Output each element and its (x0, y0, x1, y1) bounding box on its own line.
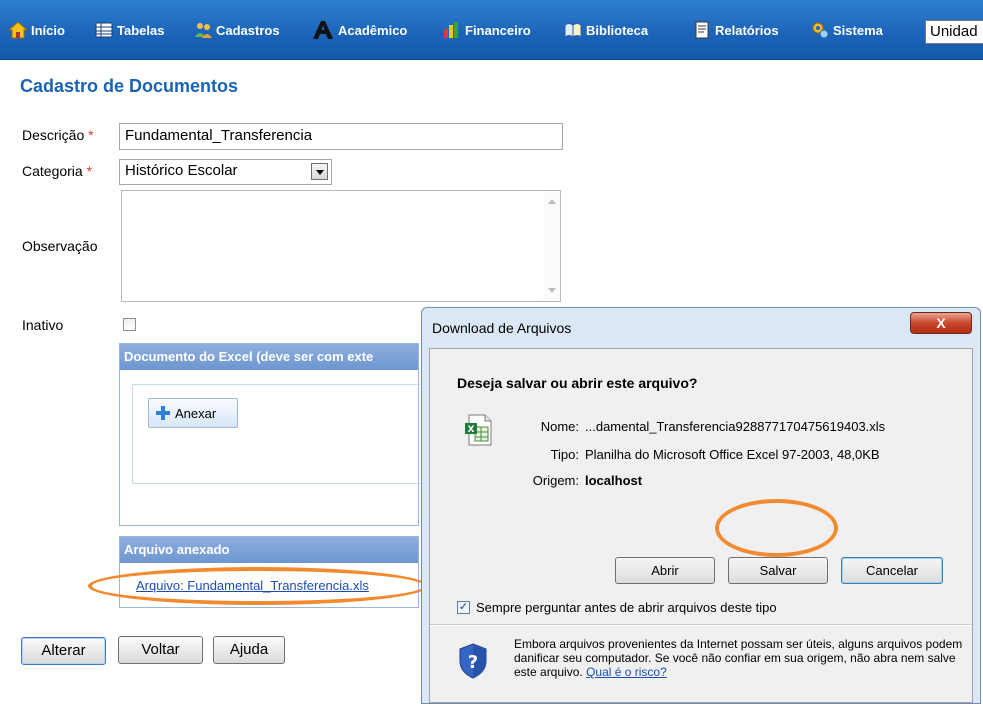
abrir-button[interactable]: Abrir (615, 557, 715, 584)
nome-value: ...damental_Transferencia928877170475619… (585, 419, 886, 434)
close-icon: X (936, 315, 946, 331)
highlight-ellipse-salvar (715, 499, 838, 557)
excel-upload-panel: Documento do Excel (deve ser com exte (119, 343, 420, 526)
menu-financeiro[interactable]: Financeiro (442, 0, 531, 60)
observacao-textarea[interactable] (121, 190, 561, 302)
origem-value: localhost (585, 473, 643, 488)
nome-label: Nome: (540, 419, 579, 434)
always-ask-label: Sempre perguntar antes de abrir arquivos… (476, 600, 777, 615)
svg-text:X: X (468, 425, 475, 435)
chevron-down-icon[interactable] (311, 163, 328, 180)
dialog-body: Deseja salvar ou abrir este arquivo? X N… (429, 348, 973, 703)
system-icon (810, 20, 830, 40)
users-icon (193, 20, 213, 40)
menu-sistema[interactable]: Sistema (810, 0, 883, 60)
top-menu-bar: Início Tabelas Cadastros Acadêmico Finan… (0, 0, 983, 60)
attached-panel-header: Arquivo anexado (120, 537, 418, 563)
anexar-button[interactable]: Anexar (148, 398, 238, 428)
voltar-button[interactable]: Voltar (118, 636, 203, 664)
cancelar-button[interactable]: Cancelar (841, 557, 943, 584)
descricao-label: Descrição * (22, 127, 94, 143)
tipo-value: Planilha do Microsoft Office Excel 97-20… (585, 447, 880, 462)
observacao-label: Observação (22, 238, 98, 254)
library-icon (563, 20, 583, 40)
inativo-checkbox[interactable] (123, 318, 136, 331)
categoria-selected-value: Histórico Escolar (125, 162, 238, 179)
warning-text: Embora arquivos provenientes da Internet… (514, 637, 963, 679)
menu-cadastros[interactable]: Cadastros (193, 0, 280, 60)
unidade-select[interactable]: Unidad (925, 20, 983, 44)
dialog-separator (430, 624, 972, 626)
excel-file-icon: X (463, 413, 493, 450)
download-question: Deseja salvar ou abrir este arquivo? (457, 375, 698, 391)
page-title: Cadastro de Documentos (20, 76, 239, 96)
home-icon (7, 20, 29, 40)
download-dialog: Download de Arquivos X Deseja salvar ou … (421, 307, 981, 704)
required-mark: * (88, 127, 94, 143)
menu-inicio[interactable]: Início (7, 0, 65, 60)
scroll-down-icon (548, 288, 556, 293)
tipo-label: Tipo: (550, 447, 579, 462)
excel-panel-header: Documento do Excel (deve ser com exte (120, 344, 418, 370)
finance-icon (442, 20, 462, 40)
close-button[interactable]: X (910, 312, 972, 334)
plus-icon (156, 406, 170, 420)
always-ask-checkbox[interactable]: ✓ (457, 601, 470, 614)
scroll-up-icon (548, 199, 556, 204)
salvar-button[interactable]: Salvar (728, 557, 828, 584)
categoria-select[interactable]: Histórico Escolar (119, 159, 332, 185)
highlight-ellipse-file (88, 567, 428, 605)
menu-relatorios[interactable]: Relatórios (692, 0, 779, 60)
descricao-input[interactable]: Fundamental_Transferencia (119, 123, 563, 150)
dialog-title: Download de Arquivos (432, 320, 572, 336)
table-icon (94, 20, 114, 40)
shield-question-icon: ? (458, 643, 488, 682)
textarea-scrollbar[interactable] (543, 191, 560, 301)
menu-academico[interactable]: Acadêmico (311, 0, 407, 60)
menu-biblioteca[interactable]: Biblioteca (563, 0, 648, 60)
risk-link[interactable]: Qual é o risco? (586, 665, 667, 679)
required-mark: * (86, 163, 93, 179)
academic-icon (311, 20, 335, 40)
categoria-label: Categoria * (22, 163, 93, 179)
alterar-button[interactable]: Alterar (21, 637, 106, 665)
ajuda-button[interactable]: Ajuda (213, 636, 285, 664)
svg-text:?: ? (468, 652, 478, 673)
menu-tabelas[interactable]: Tabelas (94, 0, 164, 60)
report-icon (692, 20, 712, 40)
inativo-label: Inativo (22, 317, 64, 333)
origem-label: Origem: (532, 473, 579, 488)
